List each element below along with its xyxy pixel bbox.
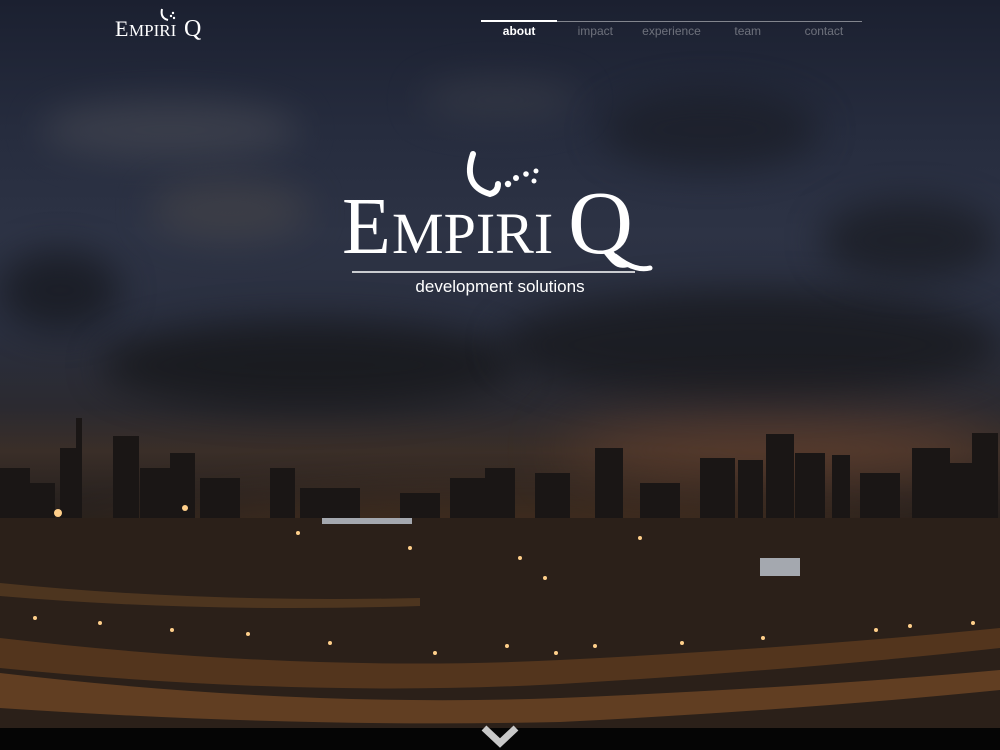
cloud xyxy=(820,200,1000,280)
main-nav: about impact experience team contact xyxy=(481,20,862,44)
svg-text:MPIRI: MPIRI xyxy=(129,21,177,40)
svg-text:Q: Q xyxy=(568,174,633,273)
svg-text:E: E xyxy=(115,16,128,41)
chevron-down-icon[interactable] xyxy=(481,724,519,748)
svg-text:MPIRI: MPIRI xyxy=(392,201,553,266)
cloud xyxy=(500,290,1000,400)
header-logo[interactable]: E MPIRI Q xyxy=(114,6,208,46)
hero-logo: E MPIRI Q development solutions xyxy=(342,151,653,296)
cloud xyxy=(150,180,310,240)
nav-experience[interactable]: experience xyxy=(633,22,709,44)
cloud xyxy=(40,100,300,160)
nav-contact[interactable]: contact xyxy=(786,22,862,44)
hero-tagline: development solutions xyxy=(415,277,584,296)
hero-background xyxy=(0,0,1000,728)
nav-impact[interactable]: impact xyxy=(557,22,633,44)
city-skyline xyxy=(0,418,1000,728)
cloud xyxy=(0,250,120,330)
cloud xyxy=(100,320,520,410)
svg-text:Q: Q xyxy=(184,16,201,42)
cloud xyxy=(420,80,580,120)
nav-team[interactable]: team xyxy=(710,22,786,44)
svg-text:E: E xyxy=(342,183,391,271)
nav-about[interactable]: about xyxy=(481,20,558,44)
